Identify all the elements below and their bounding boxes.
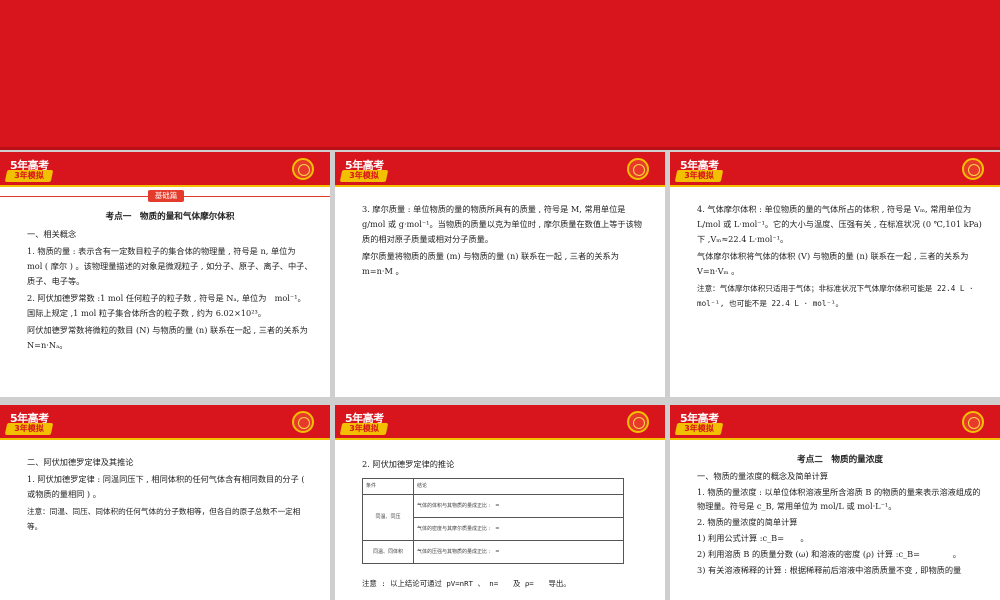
note: 注意 : 以上结论可通过 pV=nRT 、 n= 及 ρ= 导出。 — [362, 579, 571, 588]
paragraph: 2. 阿伏加德罗常数 :1 mol 任何粒子的粒子数 , 符号是 Nₐ, 单位为… — [27, 293, 306, 318]
seal-icon — [292, 158, 314, 180]
paragraph: 一、物质的量浓度的概念及简单计算 — [697, 471, 829, 481]
seal-icon — [292, 411, 314, 433]
slide-header: 5年高考 3年模拟 — [335, 405, 665, 438]
condition-cell: 同温、同体积 — [362, 540, 414, 564]
slide-header: 5年高考 3年模拟 — [335, 152, 665, 185]
paragraph: 一、相关概念 — [27, 229, 77, 239]
top-band-shadow — [0, 147, 1000, 150]
slide-thumbnail-4[interactable]: 5年高考 3年模拟 二、阿伏加德罗定律及其推论 1. 阿伏加德罗定律 : 同温同… — [0, 405, 330, 600]
paragraph: 2) 利用溶质 B 的质量分数 (ω) 和溶液的密度 (ρ) 计算 :c_B= … — [697, 549, 961, 559]
inference-table: 条件 结论 同温、同压 气体的体积与其物质的量成正比 : = 气体的密度与其摩尔… — [362, 478, 624, 564]
paragraph: 阿伏加德罗常数将微粒的数目 (N) 与物质的量 (n) 联系在一起 , 三者的关… — [27, 325, 308, 350]
conclusion-cell: 气体的压强与其物质的量成正比 : = — [413, 540, 624, 564]
logo: 5年高考 3年模拟 — [339, 410, 389, 436]
header-strip — [335, 185, 665, 187]
condition-cell: 同温、同压 — [362, 494, 414, 541]
slide-body: 4. 气体摩尔体积 : 单位物质的量的气体所占的体积 , 符号是 Vₘ, 常用单… — [697, 202, 983, 313]
paragraph: 2. 物质的量浓度的简单计算 — [697, 517, 798, 527]
slide-header: 5年高考 3年模拟 — [670, 405, 1000, 438]
top-red-band — [0, 0, 1000, 148]
paragraph: 1. 物质的量浓度 : 以单位体积溶液里所含溶质 B 的物质的量来表示溶液组成的… — [697, 487, 981, 511]
seal-icon — [962, 158, 984, 180]
paragraph: 3. 摩尔质量 : 单位物质的量的物质所具有的质量 , 符号是 M, 常用单位是… — [362, 204, 642, 244]
slide-body: 考点一 物质的量和气体摩尔体积 一、相关概念 1. 物质的量 : 表示含有一定数… — [27, 210, 313, 355]
conclusion-cell: 气体的密度与其摩尔质量成正比 : = — [413, 517, 624, 541]
header-strip — [0, 185, 330, 187]
logo: 5年高考 3年模拟 — [674, 410, 724, 436]
slide-thumbnail-5[interactable]: 5年高考 3年模拟 2. 阿伏加德罗定律的推论 条件 结论 同温、同压 气体的体… — [335, 405, 665, 600]
conclusion-cell: 气体的体积与其物质的量成正比 : = — [413, 494, 624, 518]
slide-body: 考点二 物质的量浓度 一、物质的量浓度的概念及简单计算 1. 物质的量浓度 : … — [697, 453, 983, 579]
seal-icon — [962, 411, 984, 433]
paragraph: 1) 利用公式计算 :c_B= 。 — [697, 533, 809, 543]
paragraph: 1. 阿伏加德罗定律 : 同温同压下 , 相同体积的任何气体含有相同数目的分子 … — [27, 474, 305, 499]
seal-icon — [627, 158, 649, 180]
slide-heading: 2. 阿伏加德罗定律的推论 — [362, 459, 455, 469]
header-strip — [670, 438, 1000, 440]
slide-thumbnail-1[interactable]: 5年高考 3年模拟 基础篇 考点一 物质的量和气体摩尔体积 一、相关概念 1. … — [0, 152, 330, 397]
slide-thumbnail-6[interactable]: 5年高考 3年模拟 考点二 物质的量浓度 一、物质的量浓度的概念及简单计算 1.… — [670, 405, 1000, 600]
header-strip — [0, 438, 330, 440]
logo: 5年高考 3年模拟 — [339, 157, 389, 183]
logo: 5年高考 3年模拟 — [4, 157, 54, 183]
paragraph: 3) 有关溶液稀释的计算 : 根据稀释前后溶液中溶质质量不变 , 即物质的量 — [697, 565, 962, 575]
section-tag: 基础篇 — [148, 190, 184, 202]
slide-body: 二、阿伏加德罗定律及其推论 1. 阿伏加德罗定律 : 同温同压下 , 相同体积的… — [27, 455, 313, 536]
header-strip — [335, 438, 665, 440]
table-header-row: 条件 结论 — [362, 478, 624, 495]
table-row: 同温、同压 气体的体积与其物质的量成正比 : = — [362, 494, 624, 541]
slide-body: 2. 阿伏加德罗定律的推论 条件 结论 同温、同压 气体的体积与其物质的量成正比… — [362, 457, 648, 593]
note: 注意：气体摩尔体积只适用于气体；非标准状况下气体摩尔体积可能是 22.4 L ·… — [697, 284, 974, 308]
paragraph: 二、阿伏加德罗定律及其推论 — [27, 457, 134, 467]
paragraph: 1. 物质的量 : 表示含有一定数目粒子的集合体的物理量 , 符号是 n, 单位… — [27, 246, 313, 286]
slide-thumbnail-2[interactable]: 5年高考 3年模拟 3. 摩尔质量 : 单位物质的量的物质所具有的质量 , 符号… — [335, 152, 665, 397]
slide-header: 5年高考 3年模拟 — [0, 152, 330, 185]
logo: 5年高考 3年模拟 — [4, 410, 54, 436]
table-row: 同温、同体积 气体的压强与其物质的量成正比 : = — [362, 540, 624, 564]
table-header-cell: 结论 — [413, 478, 624, 495]
slide-header: 5年高考 3年模拟 — [0, 405, 330, 438]
slide-title: 考点一 物质的量和气体摩尔体积 — [105, 212, 235, 222]
slide-thumbnail-3[interactable]: 5年高考 3年模拟 4. 气体摩尔体积 : 单位物质的量的气体所占的体积 , 符… — [670, 152, 1000, 397]
paragraph: 4. 气体摩尔体积 : 单位物质的量的气体所占的体积 , 符号是 Vₘ, 常用单… — [697, 204, 982, 244]
slide-title: 考点二 物质的量浓度 — [797, 455, 883, 465]
slide-header: 5年高考 3年模拟 — [670, 152, 1000, 185]
table-header-cell: 条件 — [362, 478, 414, 495]
paragraph: 气体摩尔体积将气体的体积 (V) 与物质的量 (n) 联系在一起 , 三者的关系… — [697, 251, 969, 276]
slide-body: 3. 摩尔质量 : 单位物质的量的物质所具有的质量 , 符号是 M, 常用单位是… — [362, 202, 648, 281]
seal-icon — [627, 411, 649, 433]
header-strip — [670, 185, 1000, 187]
logo: 5年高考 3年模拟 — [674, 157, 724, 183]
paragraph: 摩尔质量将物质的质量 (m) 与物质的量 (n) 联系在一起 , 三者的关系为 … — [362, 251, 619, 276]
note: 注意：同温、同压、同体积的任何气体的分子数相等，但各自的原子总数不一定相等。 — [27, 507, 301, 531]
